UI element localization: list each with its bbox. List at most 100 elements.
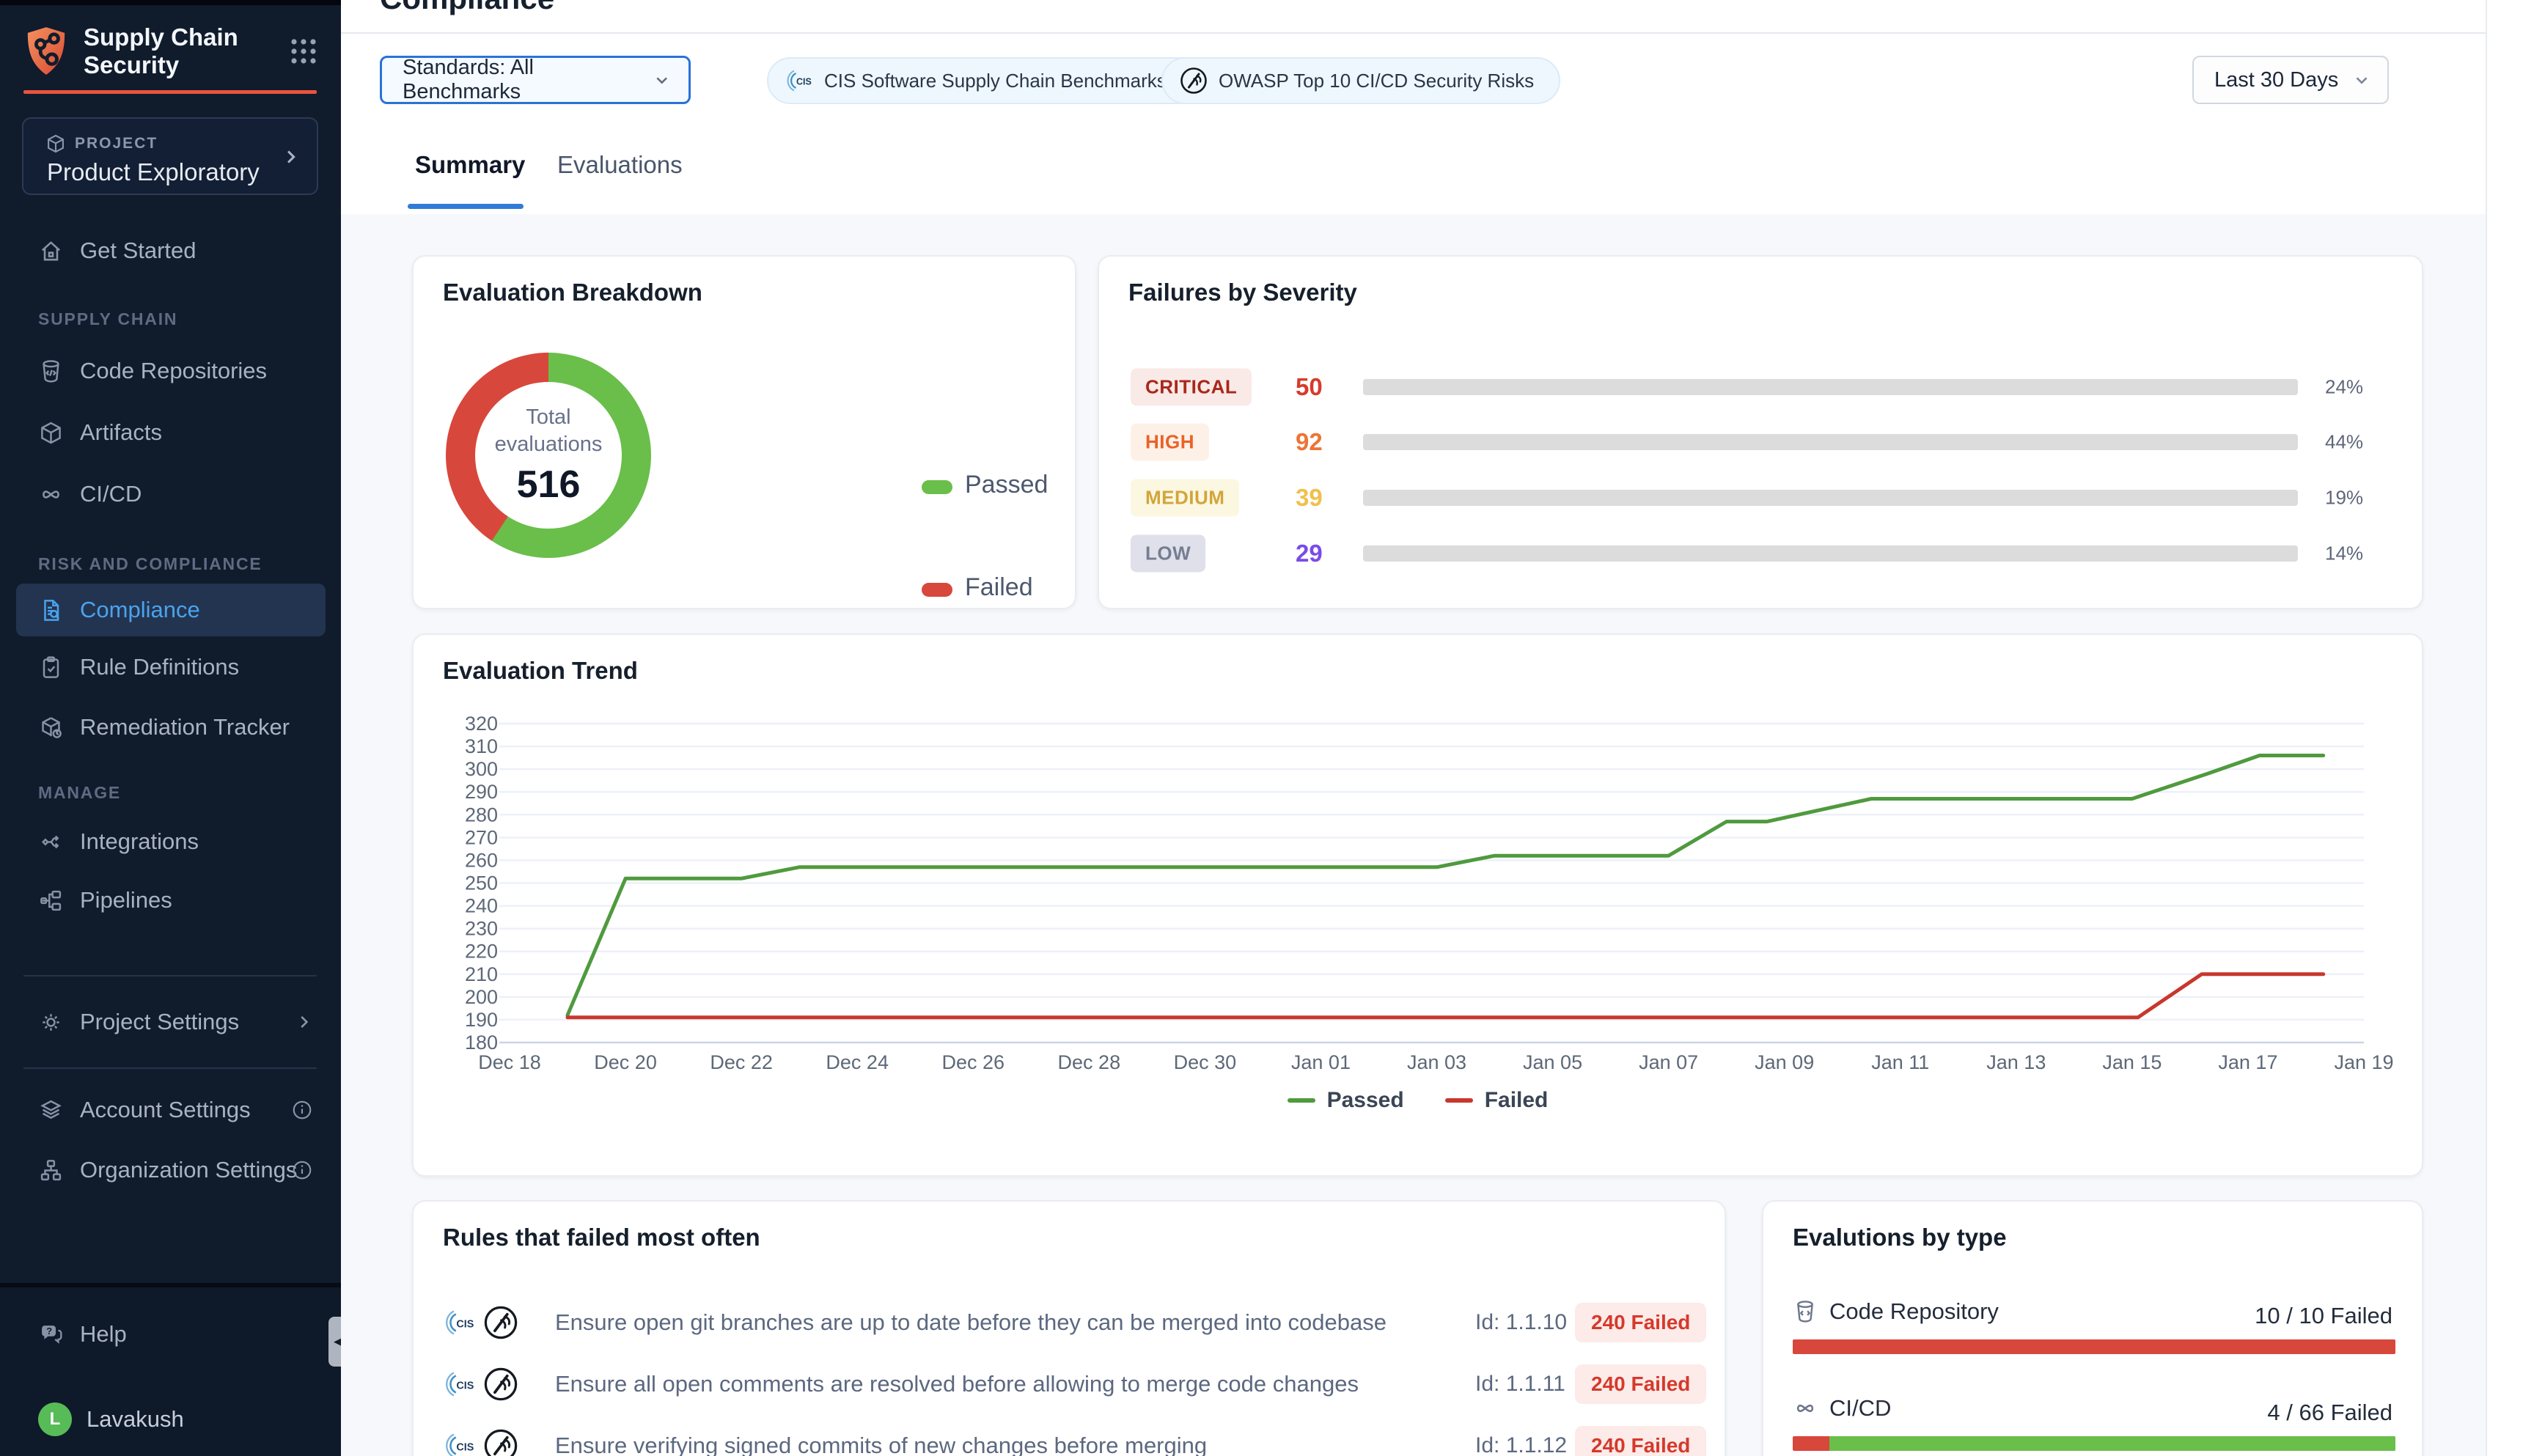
donut-center-line2: evaluations <box>495 431 603 458</box>
svg-text:210: 210 <box>465 963 498 985</box>
owasp-wasp-icon <box>482 1304 519 1341</box>
rule-row[interactable]: CIS Ensure all open comments are resolve… <box>414 1355 1725 1413</box>
evaluations-by-type-card: Evalutions by type Code Repository 10 / … <box>1762 1200 2423 1456</box>
svg-text:180: 180 <box>465 1032 498 1054</box>
type-label-row: CI/CD <box>1793 1395 1891 1422</box>
rule-text: Ensure open git branches are up to date … <box>555 1309 1387 1336</box>
svg-text:Dec 24: Dec 24 <box>826 1051 889 1073</box>
rules-failed-card: Rules that failed most often CIS <box>412 1200 1726 1456</box>
trend-chart: 1801902002102202302402502602702802903003… <box>414 701 2425 1082</box>
failures-by-severity-card: Failures by Severity CRITICAL 50 24% HIG… <box>1098 255 2423 609</box>
severity-bar-track <box>1363 379 2298 395</box>
cis-logo-icon: CIS <box>443 1367 477 1401</box>
tab-summary[interactable]: Summary <box>415 151 525 179</box>
severity-count: 50 <box>1296 373 1323 401</box>
rule-text: Ensure all open comments are resolved be… <box>555 1371 1359 1397</box>
owasp-wasp-icon <box>482 1366 519 1402</box>
standards-filter-select[interactable]: Standards: All Benchmarks <box>380 56 691 104</box>
rule-failed-badge: 240 Failed <box>1575 1303 1706 1342</box>
repository-icon <box>1793 1299 1818 1324</box>
svg-text:Dec 30: Dec 30 <box>1174 1051 1237 1073</box>
chip-label: CIS Software Supply Chain Benchmarks 1.0 <box>824 70 1198 92</box>
severity-bar-track <box>1363 434 2298 450</box>
chevron-down-icon <box>653 70 671 89</box>
screen: Supply Chain Security PROJECT Product Ex… <box>0 0 2534 1456</box>
svg-text:270: 270 <box>465 826 498 848</box>
rule-id: Id: 1.1.12 <box>1475 1433 1567 1456</box>
failed-legend-label: Failed <box>965 573 1033 602</box>
owasp-wasp-icon <box>482 1427 519 1456</box>
card-title: Evaluation Trend <box>443 657 638 685</box>
severity-percent: 24% <box>2325 376 2363 399</box>
failed-bar-segment <box>1793 1339 2395 1354</box>
svg-text:Jan 17: Jan 17 <box>2218 1051 2277 1073</box>
svg-text:250: 250 <box>465 872 498 894</box>
card-title: Failures by Severity <box>1128 279 1357 306</box>
legend-label: Failed <box>1485 1088 1549 1113</box>
svg-text:CIS: CIS <box>456 1380 474 1391</box>
chevron-down-icon <box>2352 70 2371 89</box>
right-gutter <box>2486 0 2534 1456</box>
svg-text:CIS: CIS <box>456 1441 474 1453</box>
active-tab-underline <box>408 204 524 209</box>
svg-text:260: 260 <box>465 849 498 871</box>
date-range-select[interactable]: Last 30 Days <box>2192 56 2389 104</box>
svg-text:Jan 01: Jan 01 <box>1291 1051 1351 1073</box>
type-label: CI/CD <box>1829 1395 1891 1422</box>
trend-legend: Passed Failed <box>414 1088 2422 1113</box>
rule-row[interactable]: CIS Ensure open git branches are up to d… <box>414 1293 1725 1352</box>
severity-percent: 19% <box>2325 487 2363 510</box>
tab-evaluations[interactable]: Evaluations <box>557 151 683 179</box>
svg-text:190: 190 <box>465 1009 498 1031</box>
evaluation-donut: Total evaluations 516 <box>446 353 651 558</box>
svg-text:CIS: CIS <box>456 1318 474 1330</box>
severity-count: 39 <box>1296 484 1323 512</box>
cis-logo-icon: CIS <box>785 66 814 95</box>
severity-count: 92 <box>1296 428 1323 456</box>
owasp-wasp-icon <box>1179 66 1208 95</box>
svg-text:Dec 18: Dec 18 <box>478 1051 541 1073</box>
svg-text:300: 300 <box>465 758 498 780</box>
page-title: Compliance <box>380 0 554 16</box>
severity-percent: 44% <box>2325 431 2363 454</box>
donut-center: Total evaluations 516 <box>475 382 622 529</box>
cis-logo-icon: CIS <box>443 1429 477 1456</box>
svg-text:Dec 28: Dec 28 <box>1058 1051 1121 1073</box>
severity-count: 29 <box>1296 540 1323 567</box>
rule-failed-badge: 240 Failed <box>1575 1364 1706 1404</box>
passed-legend-label: Passed <box>965 471 1048 499</box>
severity-row-medium: MEDIUM 39 19% <box>1099 476 2422 520</box>
failed-legend-pill <box>922 583 952 597</box>
svg-text:Jan 07: Jan 07 <box>1639 1051 1698 1073</box>
severity-row-high: HIGH 92 44% <box>1099 420 2422 464</box>
type-label-row: Code Repository <box>1793 1298 1999 1325</box>
svg-text:Dec 20: Dec 20 <box>594 1051 657 1073</box>
svg-text:Dec 26: Dec 26 <box>941 1051 1005 1073</box>
date-range-value: Last 30 Days <box>2214 68 2338 92</box>
svg-text:320: 320 <box>465 713 498 735</box>
svg-text:Jan 13: Jan 13 <box>1986 1051 2046 1073</box>
evaluation-trend-card: Evaluation Trend 18019020021022023024025… <box>412 633 2423 1177</box>
svg-text:Dec 22: Dec 22 <box>710 1051 773 1073</box>
rule-row[interactable]: CIS Ensure verifying signed commits of n… <box>414 1416 1725 1456</box>
severity-row-low: LOW 29 14% <box>1099 532 2422 576</box>
legend-row-passed: Passed 306 rules <box>414 468 1075 505</box>
benchmark-chip-owasp[interactable]: OWASP Top 10 CI/CD Security Risks <box>1161 57 1560 104</box>
benchmark-chip-cis[interactable]: CIS CIS Software Supply Chain Benchmarks… <box>767 57 1224 104</box>
type-bar <box>1793 1339 2395 1354</box>
svg-text:Jan 09: Jan 09 <box>1755 1051 1814 1073</box>
card-title: Evalutions by type <box>1793 1224 2007 1251</box>
svg-text:CIS: CIS <box>796 77 812 87</box>
svg-text:Jan 11: Jan 11 <box>1871 1051 1929 1073</box>
rule-standard-icons: CIS <box>443 1366 519 1402</box>
type-label: Code Repository <box>1829 1298 1999 1325</box>
passed-legend-pill <box>922 480 952 494</box>
type-failed-value: 4 / 66 Failed <box>2267 1400 2392 1426</box>
legend-label: Passed <box>1327 1088 1404 1113</box>
severity-percent: 14% <box>2325 543 2363 565</box>
standards-filter-value: Standards: All Benchmarks <box>403 56 653 104</box>
cis-logo-icon: CIS <box>443 1306 477 1339</box>
main-area: Compliance Standards: All Benchmarks CIS… <box>0 0 2534 1456</box>
svg-text:240: 240 <box>465 895 498 917</box>
severity-badge: MEDIUM <box>1131 479 1239 517</box>
